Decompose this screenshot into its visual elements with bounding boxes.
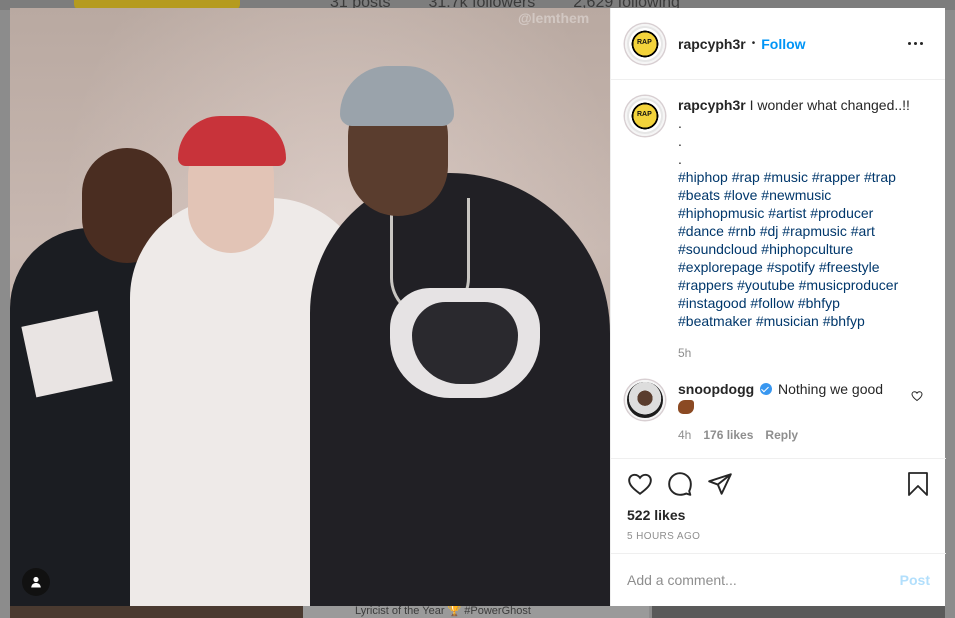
hashtag-line[interactable]: #instagood #follow #bhfyp [678, 295, 840, 311]
author-handle[interactable]: rapcyph3r [678, 36, 746, 52]
comment-composer: Post [611, 553, 946, 606]
post-header: rapcyph3r • Follow [611, 8, 945, 80]
author-avatar[interactable] [625, 23, 665, 64]
comment-item: snoopdogg Nothing we good 4h 176 likes R… [625, 380, 931, 444]
author-avatar[interactable] [625, 96, 665, 136]
share-paper-plane-icon[interactable] [707, 471, 733, 497]
reply-button[interactable]: Reply [765, 426, 798, 444]
like-comment-heart-icon[interactable] [911, 390, 923, 402]
caption-author[interactable]: rapcyph3r [678, 97, 746, 113]
dot-icon [914, 42, 917, 45]
caption-dot: . [678, 151, 682, 167]
post-caption: rapcyph3r I wonder what changed..!! . . … [625, 96, 931, 362]
comment-input[interactable] [627, 572, 900, 588]
dot-icon [908, 42, 911, 45]
follow-button[interactable]: Follow [761, 36, 805, 52]
separator: • [751, 38, 756, 49]
person-icon [31, 576, 41, 588]
hashtag-line[interactable]: #explorepage #spotify #freestyle [678, 259, 880, 275]
hashtag-line[interactable]: #hiphopmusic #artist #producer [678, 205, 873, 221]
caption-dot: . [678, 133, 682, 149]
commenter-handle[interactable]: snoopdogg [678, 381, 754, 397]
verified-badge-icon [760, 383, 773, 395]
hashtag-line[interactable]: #soundcloud #hiphopculture [678, 241, 853, 257]
commenter-avatar[interactable] [625, 380, 665, 420]
hashtag-line[interactable]: #beatmaker #musician #bhfyp [678, 313, 865, 329]
caption-timestamp[interactable]: 5h [678, 344, 928, 362]
caption-dot: . [678, 115, 682, 131]
comment-text: Nothing we good [777, 381, 884, 397]
hashtag-block: #hiphop #rap #music #rapper #trap #beats… [678, 168, 928, 330]
hashtag-line[interactable]: #hiphop #rap #music #rapper #trap [678, 169, 896, 185]
hashtag-line[interactable]: #dance #rnb #dj #rapmusic #art [678, 223, 875, 239]
comment-bubble-icon[interactable] [667, 471, 693, 497]
comment-meta: 4h 176 likes Reply [678, 426, 898, 444]
comments-list[interactable]: rapcyph3r I wonder what changed..!! . . … [611, 80, 945, 458]
more-options-button[interactable] [900, 38, 931, 49]
photo-watermark: @lemthem [518, 10, 590, 26]
post-comment-button[interactable]: Post [900, 572, 930, 588]
post-actions: 522 likes 5 HOURS AGO [611, 458, 946, 553]
comment-likes[interactable]: 176 likes [703, 426, 753, 444]
shirt-logo [390, 288, 540, 398]
comment-timestamp[interactable]: 4h [678, 426, 691, 444]
grid-thumbnail[interactable] [652, 606, 945, 618]
post-photo[interactable]: @lemthem [10, 8, 610, 606]
save-bookmark-icon[interactable] [906, 471, 930, 497]
post-timestamp[interactable]: 5 HOURS AGO [627, 531, 930, 542]
flexed-biceps-icon [678, 400, 694, 414]
post-detail-pane: rapcyph3r • Follow rapcyph3r I wonder wh… [610, 8, 946, 606]
grid-thumbnail[interactable] [10, 606, 303, 618]
dot-icon [920, 42, 923, 45]
hashtag-line[interactable]: #beats #love #newmusic [678, 187, 831, 203]
like-heart-icon[interactable] [627, 471, 653, 497]
hashtag-line[interactable]: #rappers #youtube #musicproducer [678, 277, 898, 293]
grid-thumbnail[interactable]: Lyricist of the Year 🏆 #PowerGhost [303, 605, 649, 618]
tagged-users-button[interactable] [22, 568, 50, 596]
likes-count[interactable]: 522 likes [627, 507, 930, 523]
caption-text: I wonder what changed..!! [749, 97, 910, 113]
